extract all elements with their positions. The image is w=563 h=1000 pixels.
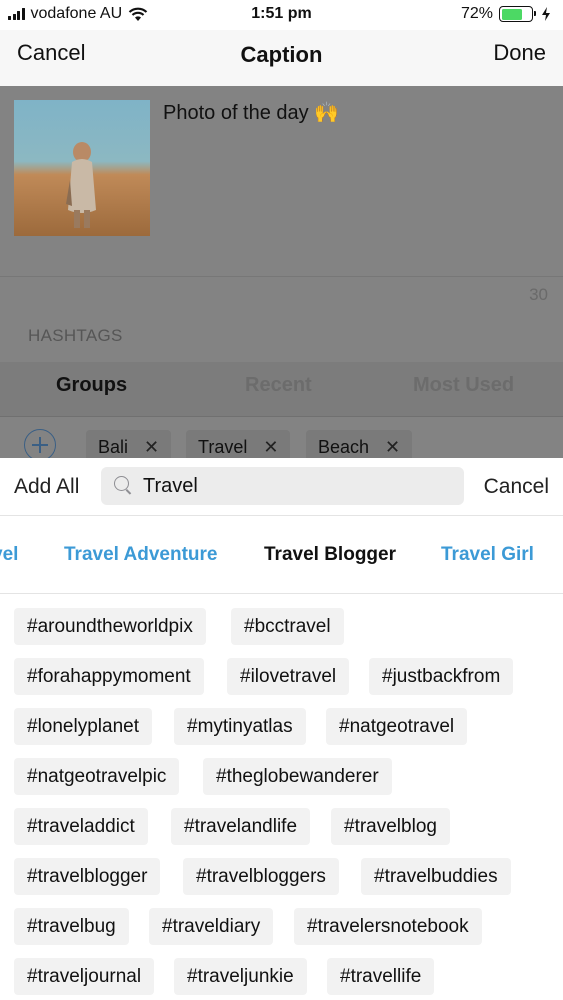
search-field[interactable] xyxy=(101,467,464,505)
remove-chip-icon[interactable]: ✕ xyxy=(385,437,400,458)
hashtag-pill[interactable]: #travelersnotebook xyxy=(294,908,482,945)
character-count: 30 xyxy=(529,285,548,304)
group-result-item[interactable]: Travel Girl xyxy=(441,544,534,566)
hashtag-pill[interactable]: #natgeotravelpic xyxy=(14,758,180,795)
cancel-button[interactable]: Cancel xyxy=(17,40,85,66)
group-result-item[interactable]: Travel Adventure xyxy=(64,544,217,566)
tab-groups[interactable]: Groups xyxy=(56,374,127,397)
battery-percent: 72% xyxy=(460,5,493,22)
hashtag-pill[interactable]: #traveljournal xyxy=(14,958,155,995)
battery-icon xyxy=(499,6,536,22)
status-bar: vodafone AU 1:51 pm 72% xyxy=(0,0,563,30)
divider xyxy=(0,416,563,417)
hashtag-pill[interactable]: #theglobewanderer xyxy=(203,758,392,795)
hashtag-pill[interactable]: #travelblogger xyxy=(14,858,161,895)
hashtag-pill[interactable]: #mytinyatlas xyxy=(174,708,306,745)
hashtag-pill[interactable]: #travelbuddies xyxy=(361,858,511,895)
charging-bolt-icon xyxy=(542,7,550,21)
group-result-item[interactable]: vel xyxy=(0,544,18,566)
done-button[interactable]: Done xyxy=(493,40,546,66)
hashtag-pill[interactable]: #travelblog xyxy=(331,808,450,845)
search-icon xyxy=(114,476,129,491)
hashtag-pill[interactable]: #justbackfrom xyxy=(369,658,514,695)
hashtag-pill[interactable]: #traveldiary xyxy=(149,908,274,945)
hashtag-pill[interactable]: #lonelyplanet xyxy=(14,708,152,745)
divider xyxy=(0,276,563,277)
hashtag-pill[interactable]: #traveladdict xyxy=(14,808,148,845)
caption-text[interactable]: Photo of the day 🙌 xyxy=(163,100,339,125)
chip-label: Travel xyxy=(198,436,248,457)
add-group-icon[interactable] xyxy=(24,429,56,461)
person-figure xyxy=(66,142,96,228)
tab-most-used[interactable]: Most Used xyxy=(413,374,514,397)
caption-editor-dimmed: Photo of the day 🙌 30 HASHTAGS Groups Re… xyxy=(0,86,563,464)
hashtag-pill[interactable]: #travellife xyxy=(327,958,435,995)
tab-recent[interactable]: Recent xyxy=(245,374,312,397)
hashtag-pill[interactable]: #ilovetravel xyxy=(227,658,350,695)
chip-label: Beach xyxy=(318,436,370,457)
hashtag-pill[interactable]: #natgeotravel xyxy=(326,708,468,745)
post-thumbnail xyxy=(14,100,150,236)
group-results: vel Travel Adventure Travel Blogger Trav… xyxy=(0,516,563,594)
nav-bar: Cancel Caption Done xyxy=(0,30,563,86)
hashtag-pill[interactable]: #bcctravel xyxy=(231,608,344,645)
hashtag-pill[interactable]: #travelbug xyxy=(14,908,129,945)
chip-label: Bali xyxy=(98,436,129,457)
remove-chip-icon[interactable]: ✕ xyxy=(144,437,159,458)
hashtags-section-label: HASHTAGS xyxy=(28,326,123,345)
group-result-item-selected[interactable]: Travel Blogger xyxy=(264,544,396,566)
hashtag-pill[interactable]: #traveljunkie xyxy=(174,958,307,995)
hashtag-pill[interactable]: #aroundtheworldpix xyxy=(14,608,206,645)
add-all-button[interactable]: Add All xyxy=(14,475,79,499)
group-search-bar: Add All Cancel xyxy=(0,458,563,516)
hashtag-pill[interactable]: #forahappymoment xyxy=(14,658,204,695)
hashtag-list: #aroundtheworldpix #bcctravel #forahappy… xyxy=(0,594,563,1000)
remove-chip-icon[interactable]: ✕ xyxy=(263,437,278,458)
search-input[interactable] xyxy=(143,467,453,505)
search-cancel-button[interactable]: Cancel xyxy=(484,475,549,499)
hashtag-pill[interactable]: #travelbloggers xyxy=(183,858,339,895)
hashtag-pill[interactable]: #travelandlife xyxy=(171,808,311,845)
